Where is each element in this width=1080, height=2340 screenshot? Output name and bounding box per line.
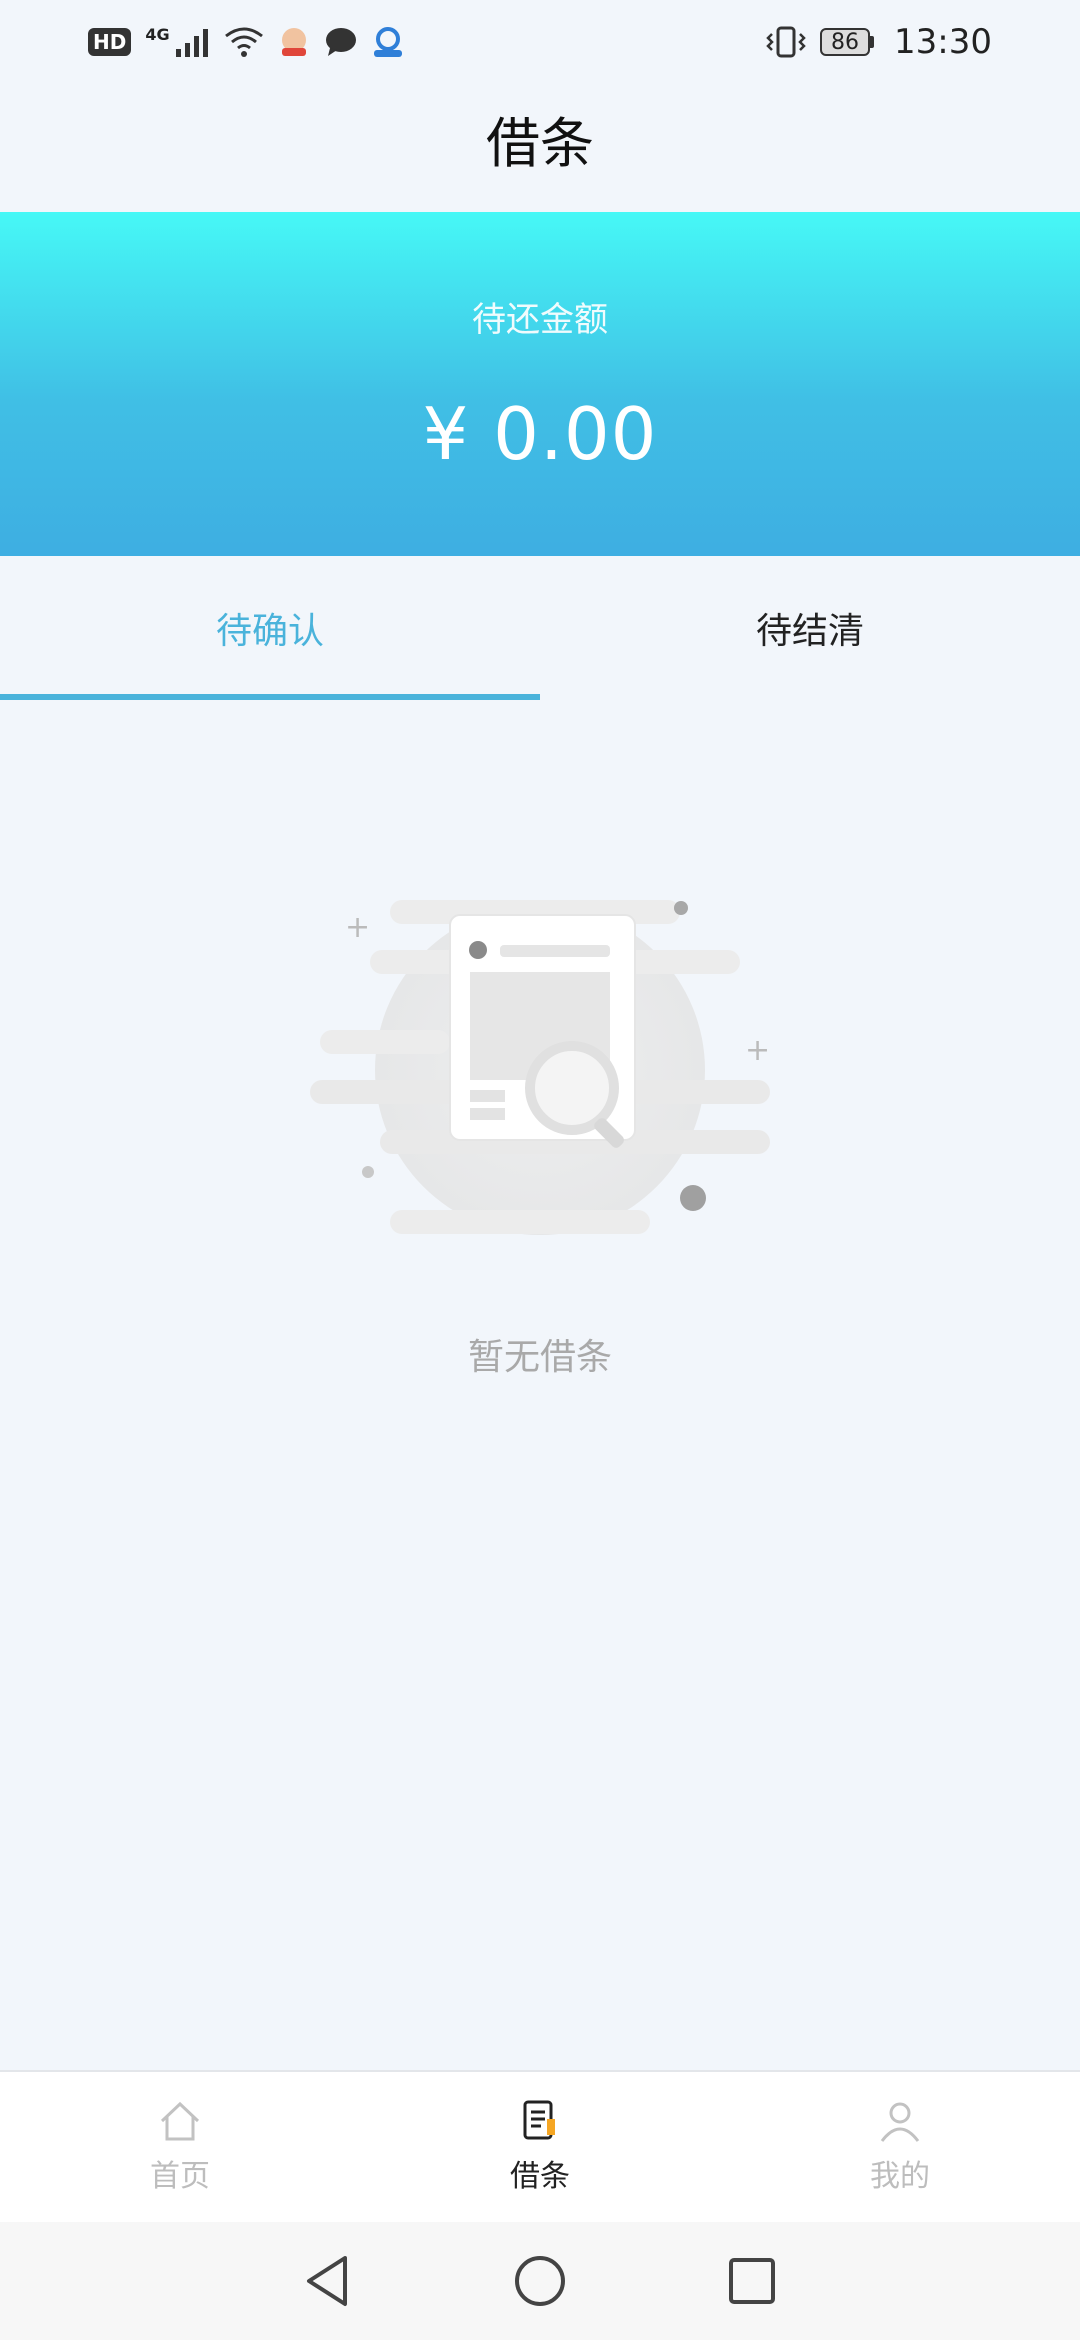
status-bar: HD 4G 86 13:30 xyxy=(0,0,1080,84)
tabbar-label: 我的 xyxy=(870,2159,930,2194)
message-icon xyxy=(325,28,356,56)
tab-label: 待确认 xyxy=(215,611,324,652)
svg-text:+: + xyxy=(345,910,370,945)
back-icon xyxy=(307,2256,347,2306)
home-icon xyxy=(160,2101,200,2141)
home-button[interactable] xyxy=(513,2254,567,2308)
empty-state-text: 暂无借条 xyxy=(467,1337,612,1378)
system-navigation-bar xyxy=(0,2222,1080,2340)
status-right: 86 13:30 xyxy=(766,22,992,62)
battery-level: 86 xyxy=(820,28,871,56)
wifi-icon xyxy=(224,27,263,57)
tab-label: 待结清 xyxy=(755,611,864,652)
app-notification-icon xyxy=(281,28,306,56)
home-circle-icon xyxy=(515,2256,565,2306)
page-title: 借条 xyxy=(486,112,594,175)
loan-status-tabs: 待确认 待结清 xyxy=(0,556,1080,700)
active-tab-indicator xyxy=(0,694,540,700)
tabbar-label: 首页 xyxy=(150,2159,210,2194)
battery-tip xyxy=(870,36,875,48)
tab-pending-settle[interactable]: 待结清 xyxy=(540,556,1080,700)
svg-text:+: + xyxy=(745,1033,770,1068)
tabbar-item-loans[interactable]: 借条 xyxy=(360,2072,720,2222)
amount-label: 待还金额 xyxy=(472,300,608,340)
amount-value: ¥ 0.00 xyxy=(422,392,658,476)
recents-icon xyxy=(729,2258,775,2304)
amount-banner: 待还金额 ¥ 0.00 xyxy=(0,212,1080,556)
app-notification-icon xyxy=(373,27,402,57)
recents-button[interactable] xyxy=(727,2256,777,2306)
hd-icon: HD xyxy=(88,28,132,56)
document-icon xyxy=(523,2100,555,2140)
bottom-tabbar: 首页 借条 我的 xyxy=(0,2070,1080,2222)
tabbar-item-profile[interactable]: 我的 xyxy=(720,2072,1080,2222)
empty-document-search-icon: + + xyxy=(310,900,770,1235)
tabbar-item-home[interactable]: 首页 xyxy=(0,2072,360,2222)
battery-icon: 86 xyxy=(820,28,875,56)
status-left: HD 4G xyxy=(88,24,404,58)
tab-pending-confirm[interactable]: 待确认 xyxy=(0,556,540,700)
network-type-label: 4G xyxy=(145,24,170,44)
status-time: 13:30 xyxy=(894,22,992,62)
tabbar-label: 借条 xyxy=(510,2159,570,2194)
user-icon xyxy=(880,2102,920,2142)
signal-icon xyxy=(175,29,208,57)
back-button[interactable] xyxy=(303,2254,353,2308)
vibrate-icon xyxy=(766,26,806,58)
